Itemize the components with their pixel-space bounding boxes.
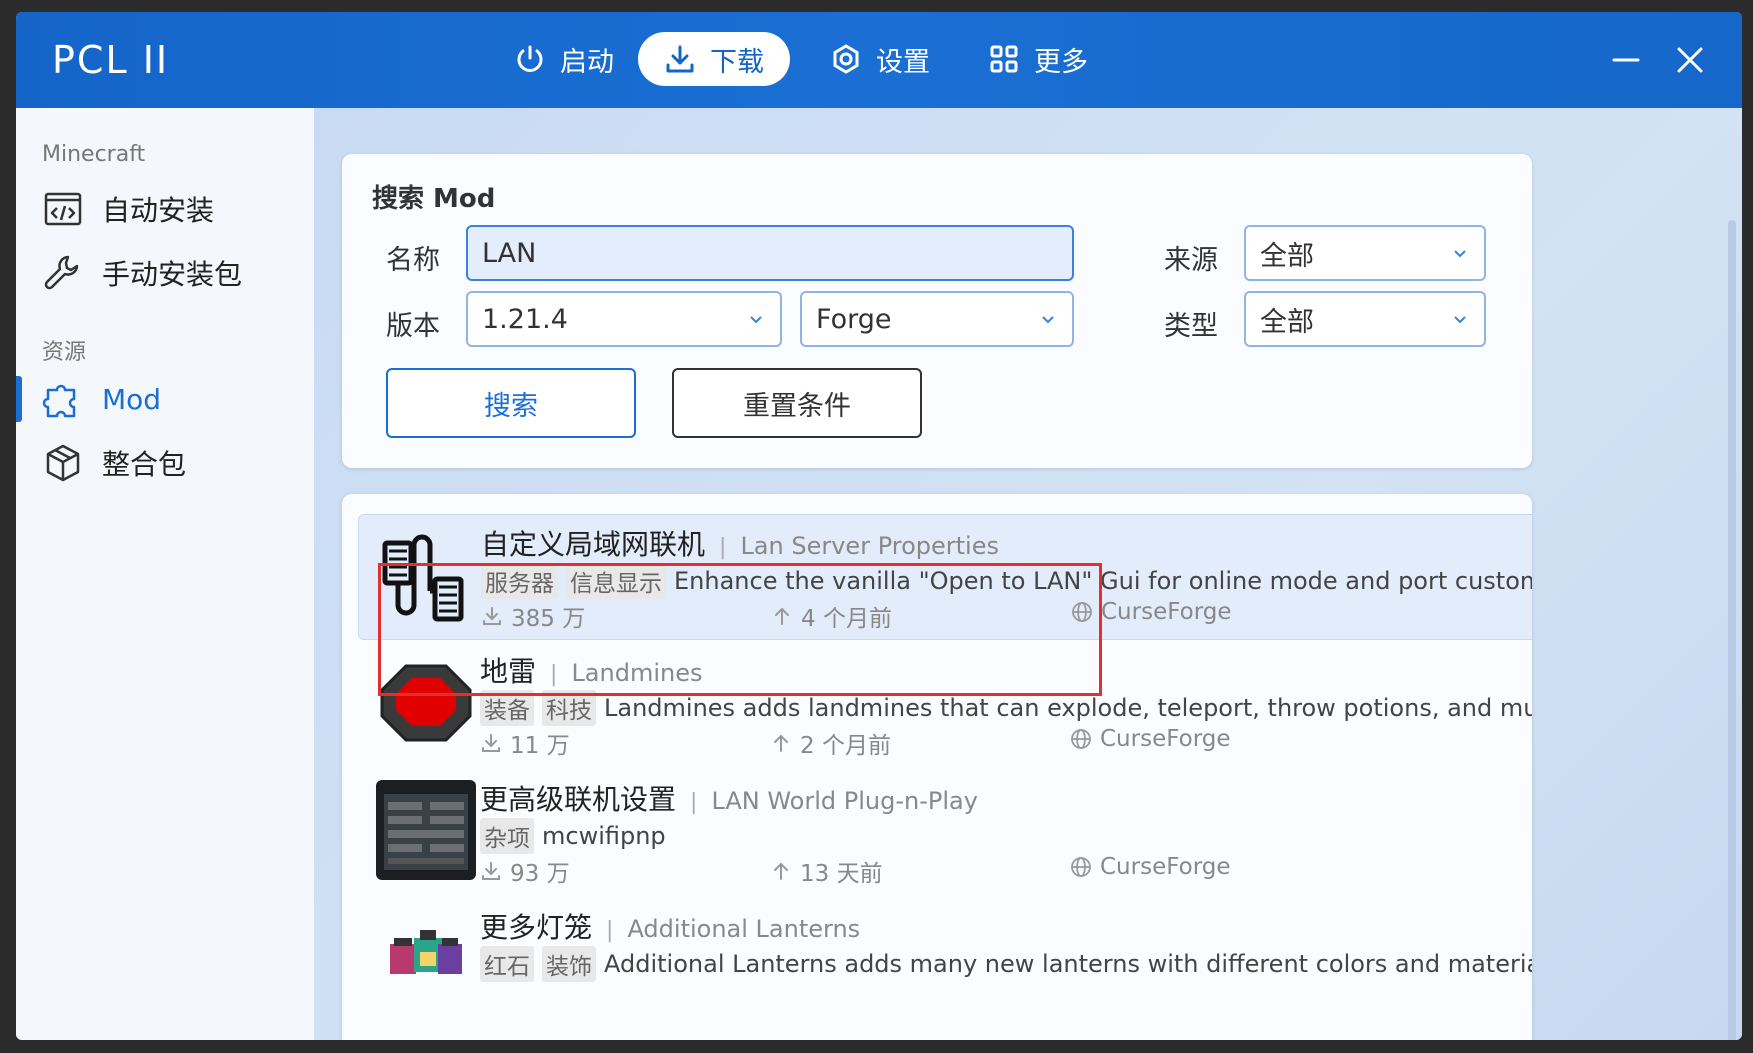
- result-item[interactable]: 更高级联机设置 | LAN World Plug-n-Play 杂项 mcwifip…: [358, 770, 1532, 896]
- highlight-box: [378, 563, 1102, 696]
- wrench-icon: [44, 255, 79, 290]
- download-icon: [482, 862, 500, 880]
- sidebar-item-label: 自动安装: [102, 194, 215, 227]
- title-separator: |: [719, 535, 727, 560]
- title-separator: |: [690, 790, 698, 815]
- source-select[interactable]: 全部: [1244, 225, 1486, 281]
- sidebar-item-mod[interactable]: Mod: [16, 368, 314, 430]
- loader-select-value: Forge: [816, 303, 892, 335]
- close-icon[interactable]: [1670, 40, 1710, 80]
- update-time: 2 个月前: [800, 733, 891, 759]
- version-select[interactable]: 1.21.4: [466, 291, 782, 347]
- result-tags-desc: 杂项 mcwifipnp: [480, 818, 666, 854]
- nav-more-label: 更多: [1034, 46, 1088, 78]
- arrow-up-icon: [774, 862, 788, 880]
- sidebar-item-label: Mod: [102, 382, 162, 416]
- result-title-en: LAN World Plug-n-Play: [711, 787, 978, 815]
- result-updated: 13 天前: [770, 854, 883, 888]
- download-count: 11 万: [510, 733, 570, 759]
- search-card-title: 搜索 Mod: [372, 184, 496, 214]
- result-description: Landmines adds landmines that can explod…: [604, 694, 1532, 722]
- chevron-down-icon: [750, 316, 762, 324]
- sidebar-item-manual-install[interactable]: 手动安装包: [16, 242, 314, 304]
- nav-download[interactable]: 下载: [638, 32, 790, 86]
- result-tags-desc: 红石 装饰 Additional Lanterns adds many new …: [480, 946, 1532, 982]
- chevron-down-icon: [1454, 250, 1466, 258]
- source-name: CurseForge: [1100, 854, 1231, 880]
- result-tag: 杂项: [480, 818, 534, 854]
- sidebar-item-auto-install[interactable]: 自动安装: [16, 178, 314, 240]
- arrow-up-icon: [774, 734, 788, 752]
- source-label: 来源: [1164, 245, 1218, 276]
- result-title-en: Additional Lanterns: [627, 915, 861, 943]
- result-downloads: 93 万: [480, 854, 570, 888]
- nav-launch[interactable]: 启动: [488, 32, 640, 86]
- globe-icon: [1071, 857, 1091, 877]
- mod-screenshot-thumbnail: [376, 780, 476, 880]
- result-title-cn: 更高级联机设置: [480, 783, 677, 816]
- puzzle-icon: [42, 384, 76, 418]
- update-time: 13 天前: [800, 861, 883, 887]
- nav-settings[interactable]: 设置: [804, 32, 956, 86]
- nav-settings-label: 设置: [876, 46, 930, 78]
- code-file-icon: [44, 192, 82, 226]
- result-title-en: Lan Server Properties: [740, 532, 999, 560]
- result-tag: 装饰: [542, 946, 596, 982]
- result-title: 自定义局域网联机 | Lan Server Properties: [481, 523, 999, 563]
- result-updated: 2 个月前: [770, 726, 891, 760]
- result-title-cn: 更多灯笼: [480, 911, 593, 944]
- title-bar: PCL II 启动 下载 设置 更多: [16, 12, 1742, 108]
- download-icon: [482, 734, 500, 752]
- box-icon: [46, 444, 80, 482]
- sidebar-item-label: 手动安装包: [102, 258, 243, 291]
- settings-icon: [833, 44, 859, 74]
- result-source: CurseForge: [1070, 726, 1231, 752]
- nav-launch-label: 启动: [560, 46, 614, 78]
- name-label: 名称: [386, 245, 440, 276]
- result-title-cn: 自定义局域网联机: [481, 528, 706, 561]
- search-button[interactable]: 搜索: [386, 368, 636, 438]
- type-select-value: 全部: [1260, 306, 1314, 338]
- power-icon: [517, 45, 543, 72]
- result-downloads: 11 万: [480, 726, 570, 760]
- version-label: 版本: [386, 311, 440, 342]
- globe-icon: [1071, 729, 1091, 749]
- search-card: 搜索 Mod 名称 LAN 来源 全部 版本 1.21.4 Forge 类型 全…: [342, 154, 1532, 468]
- title-separator: |: [606, 918, 614, 943]
- sidebar-group-resources: 资源: [42, 340, 87, 365]
- type-label: 类型: [1164, 311, 1218, 342]
- sidebar-item-modpack[interactable]: 整合包: [16, 432, 314, 494]
- result-title: 更多灯笼 | Additional Lanterns: [480, 906, 860, 946]
- sidebar-item-label: 整合包: [102, 448, 187, 481]
- result-item[interactable]: 更多灯笼 | Additional Lanterns 红石 装饰 Additiona…: [358, 898, 1532, 1024]
- app-window: PCL II 启动 下载 设置 更多 Minecraft 自动安装 手动安装包 …: [16, 12, 1742, 1040]
- download-icon: [666, 45, 694, 73]
- loader-select[interactable]: Forge: [800, 291, 1074, 347]
- version-select-value: 1.21.4: [482, 303, 568, 335]
- result-tag: 红石: [480, 946, 534, 982]
- reset-button[interactable]: 重置条件: [672, 368, 922, 438]
- type-select[interactable]: 全部: [1244, 291, 1486, 347]
- result-title: 更高级联机设置 | LAN World Plug-n-Play: [480, 778, 978, 818]
- sidebar: Minecraft 自动安装 手动安装包 资源 Mod 整合包: [16, 108, 314, 1040]
- result-source: CurseForge: [1070, 854, 1231, 880]
- name-input-value: LAN: [482, 237, 537, 269]
- chevron-down-icon: [1454, 316, 1466, 324]
- name-input[interactable]: LAN: [466, 225, 1074, 281]
- source-select-value: 全部: [1260, 240, 1314, 272]
- chevron-down-icon: [1042, 316, 1054, 324]
- minimize-icon[interactable]: [1606, 40, 1646, 80]
- source-name: CurseForge: [1101, 599, 1232, 625]
- scrollbar[interactable]: [1728, 220, 1736, 1040]
- download-count: 93 万: [510, 861, 570, 887]
- sidebar-group-minecraft: Minecraft: [42, 142, 146, 167]
- source-name: CurseForge: [1100, 726, 1231, 752]
- app-logo: PCL II: [52, 38, 170, 82]
- lantern-icon: [390, 930, 462, 974]
- nav-download-label: 下载: [710, 46, 764, 78]
- result-description: mcwifipnp: [542, 822, 666, 850]
- result-description: Additional Lanterns adds many new lanter…: [604, 950, 1532, 978]
- nav-more[interactable]: 更多: [962, 32, 1114, 86]
- grid-icon: [990, 45, 1018, 73]
